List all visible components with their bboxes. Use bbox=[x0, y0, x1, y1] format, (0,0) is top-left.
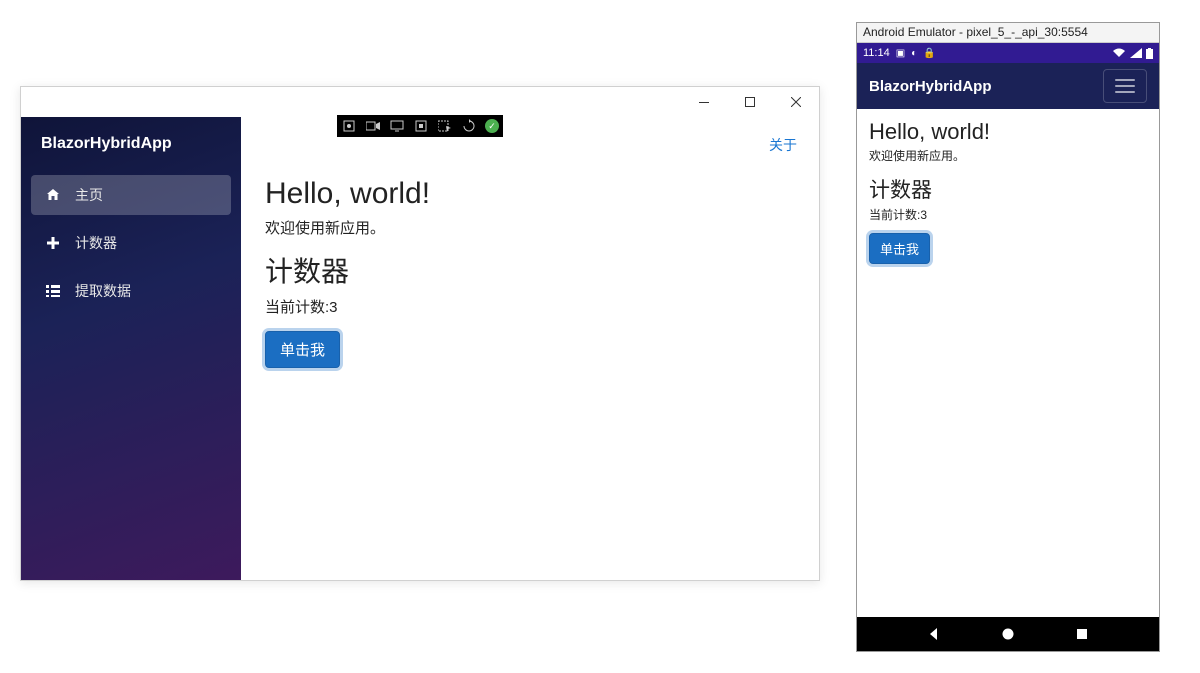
welcome-text: 欢迎使用新应用。 bbox=[265, 217, 795, 238]
vs-debug-toolbar: ✓ bbox=[337, 115, 503, 137]
mobile-heading: Hello, world! bbox=[869, 119, 1147, 145]
sidebar-item-label: 提取数据 bbox=[75, 281, 131, 301]
mobile-content: Hello, world! 欢迎使用新应用。 计数器 当前计数:3 单击我 bbox=[857, 109, 1159, 617]
sidebar-item-fetchdata[interactable]: 提取数据 bbox=[31, 271, 231, 311]
click-me-button[interactable]: 单击我 bbox=[265, 331, 340, 368]
sidebar-item-label: 计数器 bbox=[75, 233, 117, 253]
status-square-icon: ▣ bbox=[896, 48, 905, 59]
selector-icon[interactable] bbox=[437, 118, 453, 134]
settings-icon[interactable] bbox=[341, 118, 357, 134]
hamburger-icon bbox=[1115, 79, 1135, 93]
android-emulator: Android Emulator - pixel_5_-_api_30:5554… bbox=[856, 22, 1160, 652]
main-panel: 关于 Hello, world! 欢迎使用新应用。 计数器 当前计数:3 单击我 bbox=[241, 117, 819, 580]
minimize-button[interactable] bbox=[681, 87, 727, 117]
mobile-welcome: 欢迎使用新应用。 bbox=[869, 147, 1147, 164]
sidebar-item-counter[interactable]: 计数器 bbox=[31, 223, 231, 263]
counter-heading: 计数器 bbox=[265, 250, 795, 290]
about-link[interactable]: 关于 bbox=[769, 135, 797, 155]
hamburger-button[interactable] bbox=[1103, 69, 1147, 103]
record-icon[interactable] bbox=[365, 118, 381, 134]
desktop-window: ✓ BlazorHybridApp 主页 计数器 bbox=[20, 86, 820, 581]
app-brand: BlazorHybridApp bbox=[21, 117, 241, 175]
android-back-button[interactable] bbox=[927, 627, 941, 641]
check-icon[interactable]: ✓ bbox=[485, 119, 499, 133]
mobile-count-label: 当前计数: bbox=[869, 208, 920, 222]
maximize-button[interactable] bbox=[727, 87, 773, 117]
status-time: 11:14 bbox=[863, 47, 890, 59]
android-nav-bar bbox=[857, 617, 1159, 651]
count-value: 3 bbox=[329, 299, 337, 316]
android-recents-button[interactable] bbox=[1075, 627, 1089, 641]
sidebar-item-label: 主页 bbox=[75, 185, 103, 205]
emulator-title: Android Emulator - pixel_5_-_api_30:5554 bbox=[857, 23, 1159, 43]
mobile-header: BlazorHybridApp bbox=[857, 63, 1159, 109]
count-label: 当前计数: bbox=[265, 299, 329, 316]
status-clock-icon: ◐ bbox=[911, 48, 917, 59]
mobile-click-me-button[interactable]: 单击我 bbox=[869, 233, 930, 264]
status-lock-icon: 🔒 bbox=[923, 48, 935, 59]
signal-icon bbox=[1130, 48, 1142, 58]
sidebar-nav: 主页 计数器 提取数据 bbox=[21, 175, 241, 311]
count-display: 当前计数:3 bbox=[265, 296, 795, 317]
plus-icon bbox=[45, 235, 61, 251]
mobile-count-display: 当前计数:3 bbox=[869, 206, 1147, 223]
wifi-icon bbox=[1112, 48, 1126, 58]
sidebar: BlazorHybridApp 主页 计数器 bbox=[21, 117, 241, 580]
battery-icon bbox=[1146, 48, 1153, 59]
mobile-brand: BlazorHybridApp bbox=[869, 78, 992, 95]
home-icon bbox=[45, 187, 61, 203]
mobile-counter-heading: 计数器 bbox=[869, 174, 1147, 204]
screenshot-icon[interactable] bbox=[413, 118, 429, 134]
page-heading: Hello, world! bbox=[265, 177, 795, 211]
window-titlebar bbox=[21, 87, 819, 117]
android-home-button[interactable] bbox=[1001, 627, 1015, 641]
sync-icon[interactable] bbox=[461, 118, 477, 134]
mobile-count-value: 3 bbox=[920, 208, 927, 222]
close-button[interactable] bbox=[773, 87, 819, 117]
list-icon bbox=[45, 283, 61, 299]
android-status-bar: 11:14 ▣ ◐ 🔒 bbox=[857, 43, 1159, 63]
display-icon[interactable] bbox=[389, 118, 405, 134]
sidebar-item-home[interactable]: 主页 bbox=[31, 175, 231, 215]
